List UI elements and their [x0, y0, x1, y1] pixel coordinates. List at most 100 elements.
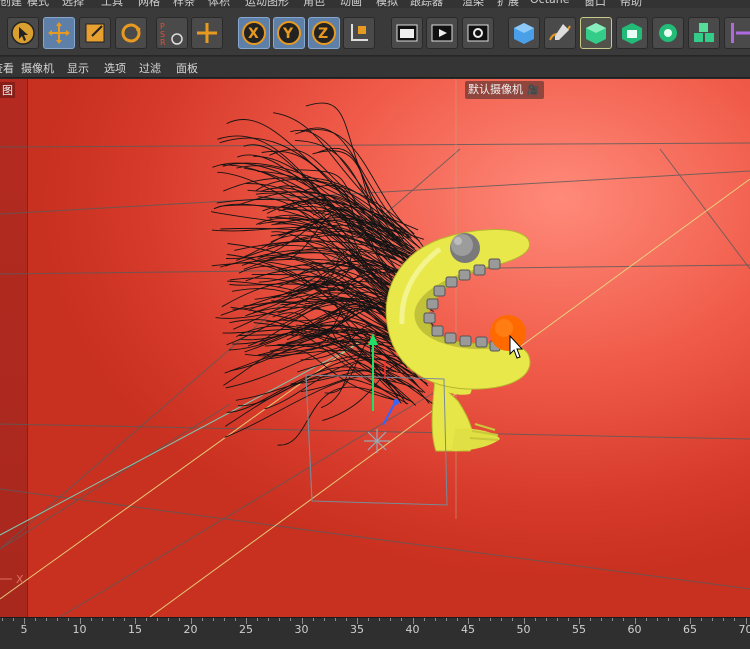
- cube-button[interactable]: [508, 17, 540, 49]
- ruler-tick: [734, 618, 736, 621]
- menu-item[interactable]: 跟踪器: [410, 0, 443, 8]
- ruler-frame-number: 45: [461, 623, 475, 636]
- clapper-play-icon: [429, 20, 455, 46]
- hair-strand: [224, 374, 430, 438]
- ruler-tick: [112, 618, 114, 621]
- menu-item[interactable]: 创建: [0, 0, 22, 8]
- coord-button[interactable]: [191, 17, 223, 49]
- ruler-tick: [101, 618, 103, 621]
- x-axis-button[interactable]: X: [238, 17, 270, 49]
- ruler-tick: [701, 618, 703, 621]
- pen-button[interactable]: [544, 17, 576, 49]
- ruler-tick: [667, 618, 669, 621]
- viewport-menu-item[interactable]: 显示: [67, 60, 89, 76]
- menu-item[interactable]: 工具: [101, 0, 123, 8]
- hair-strand: [305, 102, 405, 236]
- ruler-frame-number: 30: [294, 623, 309, 636]
- ruler-tick: [1, 618, 3, 621]
- viewport-menu-item[interactable]: 选项: [104, 60, 126, 76]
- move-cross-icon: [46, 20, 72, 46]
- menu-item[interactable]: 窗口: [584, 0, 606, 8]
- ruler-frame-number: 60: [627, 623, 642, 636]
- psr-letters-icon: PSR: [159, 20, 185, 46]
- render-settings-button[interactable]: [462, 17, 494, 49]
- ruler-tick: [68, 618, 70, 621]
- ruler-tick: [567, 618, 569, 621]
- menu-item[interactable]: 网格: [138, 0, 160, 8]
- menu-item[interactable]: 体积: [208, 0, 230, 8]
- move-tool-button[interactable]: [43, 17, 75, 49]
- clapper-gear-icon: [465, 20, 491, 46]
- ruler-tick: [590, 618, 592, 621]
- menu-item[interactable]: Octane: [530, 0, 570, 6]
- cross-gizmo-icon: [194, 20, 220, 46]
- world-coord-button[interactable]: [343, 17, 375, 49]
- ruler-tick: [46, 618, 48, 621]
- cloner-button[interactable]: [652, 17, 684, 49]
- menu-item[interactable]: 模拟: [376, 0, 398, 8]
- ruler-tick: [656, 618, 658, 621]
- ruler-tick: [490, 618, 492, 621]
- menu-item[interactable]: 模式: [27, 0, 49, 8]
- menu-item[interactable]: 样条: [173, 0, 195, 8]
- ruler-tick: [645, 618, 647, 621]
- pivot-star-icon: [364, 429, 390, 453]
- cursor-arrow-icon: [10, 20, 36, 46]
- svg-text:Z: Z: [318, 26, 328, 42]
- y-axis-button[interactable]: Y: [273, 17, 305, 49]
- viewport-scene[interactable]: X: [0, 79, 750, 617]
- ruler-tick: [556, 618, 558, 621]
- ruler-frame-number: 55: [572, 623, 586, 636]
- extrude-button[interactable]: [616, 17, 648, 49]
- hair-strand: [219, 137, 420, 258]
- ruler-tick: [290, 618, 292, 621]
- green-box-icon: [619, 20, 645, 46]
- camera-badge[interactable]: 默认摄像机 🎥: [465, 81, 544, 99]
- timeline-ruler[interactable]: 5 10 15 20 25 30 35 40 45 50 55 60 65 70: [0, 617, 750, 649]
- render-picture-viewer-button[interactable]: [426, 17, 458, 49]
- psr-button[interactable]: PSR: [156, 17, 188, 49]
- ruler-tick: [179, 618, 181, 621]
- ruler-frame-number: 20: [183, 623, 198, 636]
- ruler-tick: [279, 618, 281, 621]
- ruler-tick: [212, 618, 214, 621]
- ruler-tick: [12, 618, 14, 621]
- viewport-menu-item[interactable]: 摄像机: [21, 60, 54, 76]
- viewport-menu-item[interactable]: 面板: [176, 60, 198, 76]
- scale-tool-button[interactable]: [79, 17, 111, 49]
- array-button[interactable]: [688, 17, 720, 49]
- menu-item[interactable]: 扩展: [497, 0, 519, 8]
- world-axes-icon: [346, 20, 372, 46]
- ruler-tick: [257, 618, 259, 621]
- menu-item[interactable]: 帮助: [620, 0, 642, 8]
- deformer-button[interactable]: [724, 17, 750, 49]
- menu-item[interactable]: 渲染: [462, 0, 484, 8]
- z-axis-handle: [382, 400, 397, 426]
- ruler-frame-number: 65: [683, 623, 697, 636]
- ruler-frame-number: 10: [72, 623, 87, 636]
- viewport-menu-item[interactable]: 查看: [0, 60, 14, 76]
- y-circle-icon: Y: [276, 20, 302, 46]
- subdivision-button[interactable]: [580, 17, 612, 49]
- ruler-frame-number: 5: [20, 623, 28, 636]
- menu-item[interactable]: 动画: [340, 0, 362, 8]
- creature-model[interactable]: [385, 229, 531, 452]
- ruler-tick: [445, 618, 447, 621]
- ruler-frame-number: 25: [239, 623, 253, 636]
- rotate-tool-button[interactable]: [115, 17, 147, 49]
- ruler-tick: [268, 618, 270, 621]
- ruler-tick: [401, 618, 403, 621]
- viewport-menu-item[interactable]: 过滤: [139, 60, 161, 76]
- green-subdiv-cube-icon: [583, 20, 609, 46]
- render-view-button[interactable]: [391, 17, 423, 49]
- ruler-tick: [623, 618, 625, 621]
- menu-item[interactable]: 选择: [62, 0, 84, 8]
- 3d-viewport[interactable]: X 图 默认摄像机 🎥: [0, 79, 750, 617]
- ruler-tick: [90, 618, 92, 621]
- main-toolbar: PSR X Y Z: [0, 8, 750, 56]
- select-tool-button[interactable]: [7, 17, 39, 49]
- z-axis-button[interactable]: Z: [308, 17, 340, 49]
- menu-item[interactable]: 运动图形: [245, 0, 289, 8]
- green-cubes-icon: [691, 20, 717, 46]
- menu-item[interactable]: 角色: [303, 0, 325, 8]
